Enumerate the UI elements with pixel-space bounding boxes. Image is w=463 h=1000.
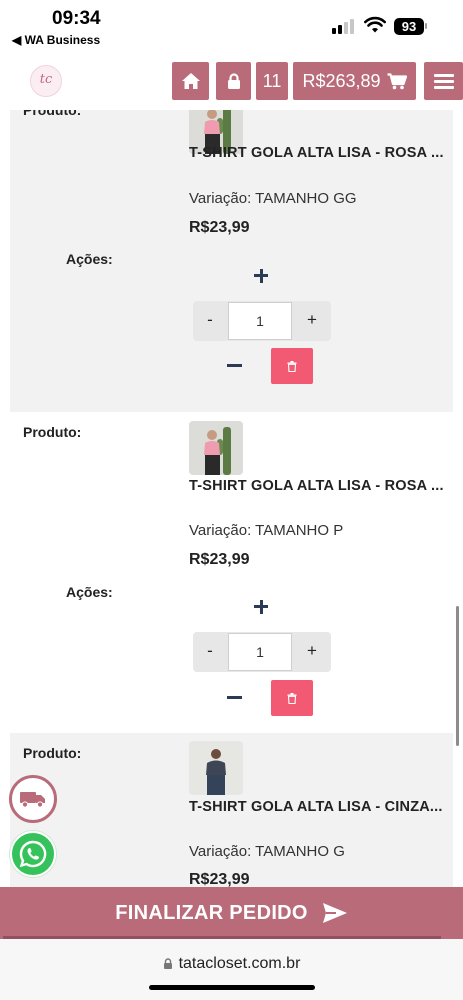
logo-text: tc: [39, 72, 53, 87]
quantity-decrease-button[interactable]: -: [193, 632, 227, 672]
product-variation: Variação: TAMANHO P: [189, 522, 344, 539]
produto-label: Produto:: [23, 110, 82, 118]
back-to-app-link[interactable]: ◀ WA Business: [12, 33, 100, 47]
trash-icon: [287, 692, 297, 704]
send-icon: [322, 903, 347, 923]
product-price: R$23,99: [189, 871, 250, 887]
browser-address-bar[interactable]: tatacloset.com.br: [0, 939, 463, 1000]
trash-icon: [287, 360, 297, 372]
cart-count-button[interactable]: 11: [256, 62, 288, 100]
shipping-button[interactable]: [9, 775, 57, 823]
product-variation: Variação: TAMANHO G: [189, 843, 345, 860]
status-time: 09:34: [52, 8, 101, 29]
remove-one-button[interactable]: [227, 364, 242, 367]
acoes-label: Ações:: [66, 251, 113, 267]
quantity-increase-button[interactable]: +: [295, 632, 329, 672]
cart-total: R$263,89: [302, 70, 381, 91]
quantity-input[interactable]: 1: [228, 302, 292, 340]
home-icon: [181, 73, 200, 89]
product-thumbnail[interactable]: [189, 741, 243, 795]
quantity-stepper[interactable]: - 1 +: [193, 301, 331, 341]
cart-items-list[interactable]: Produto: T-SHIRT GOLA ALTA LISA - ROSA .…: [0, 110, 463, 887]
account-button[interactable]: [216, 62, 251, 100]
cart-total-button[interactable]: R$263,89: [293, 62, 416, 100]
store-logo[interactable]: tc: [30, 65, 62, 97]
delete-item-button[interactable]: [271, 348, 313, 384]
wifi-icon: [364, 16, 386, 33]
cart-item: Produto: T-SHIRT GOLA ALTA LISA - ROSA .…: [10, 412, 453, 733]
add-item-button[interactable]: [254, 599, 270, 615]
product-name: T-SHIRT GOLA ALTA LISA - ROSA ...: [189, 478, 444, 494]
product-thumbnail[interactable]: [189, 421, 243, 475]
url-text: tatacloset.com.br: [178, 955, 301, 972]
whatsapp-button[interactable]: [10, 831, 56, 877]
truck-icon: [20, 792, 45, 808]
app-header: tc 11 R$263,89: [0, 52, 463, 110]
delete-item-button[interactable]: [271, 680, 313, 716]
product-price: R$23,99: [189, 551, 250, 568]
product-name: T-SHIRT GOLA ALTA LISA - CINZA...: [189, 799, 443, 815]
checkout-button[interactable]: FINALIZAR PEDIDO: [0, 887, 463, 939]
hamburger-icon: [433, 73, 454, 89]
produto-label: Produto:: [23, 424, 82, 440]
scrollbar[interactable]: [456, 606, 459, 746]
home-button[interactable]: [172, 62, 209, 100]
padlock-icon: [163, 958, 172, 969]
quantity-increase-button[interactable]: +: [295, 301, 329, 341]
remove-one-button[interactable]: [227, 696, 242, 699]
status-bar: 09:34 ◀ WA Business 93: [0, 0, 463, 52]
quantity-stepper[interactable]: - 1 +: [193, 632, 331, 672]
acoes-label: Ações:: [66, 584, 113, 600]
battery-tip: [425, 23, 427, 29]
signal-icon: [332, 18, 356, 34]
produto-label: Produto:: [23, 745, 82, 761]
home-indicator[interactable]: [149, 985, 315, 990]
product-price: R$23,99: [189, 219, 250, 236]
url-display[interactable]: tatacloset.com.br: [0, 955, 463, 973]
menu-button[interactable]: [424, 62, 463, 100]
whatsapp-icon: [19, 840, 47, 868]
product-photo-gray-shirt: [189, 741, 243, 795]
lock-icon: [227, 72, 240, 89]
cart-item: Produto: T-SHIRT GOLA ALTA LISA - ROSA .…: [10, 110, 453, 412]
cart-icon: [387, 72, 407, 89]
product-name: T-SHIRT GOLA ALTA LISA - ROSA ...: [189, 145, 444, 161]
checkout-label: FINALIZAR PEDIDO: [115, 901, 308, 924]
product-photo-pink-shirt: [189, 421, 243, 475]
battery-indicator: 93: [394, 18, 424, 35]
quantity-input[interactable]: 1: [228, 633, 292, 671]
cart-item: Produto: T-SHIRT GOLA ALTA LISA - CINZA.…: [10, 733, 453, 887]
add-item-button[interactable]: [254, 268, 270, 284]
quantity-decrease-button[interactable]: -: [193, 301, 227, 341]
product-variation: Variação: TAMANHO GG: [189, 190, 357, 207]
